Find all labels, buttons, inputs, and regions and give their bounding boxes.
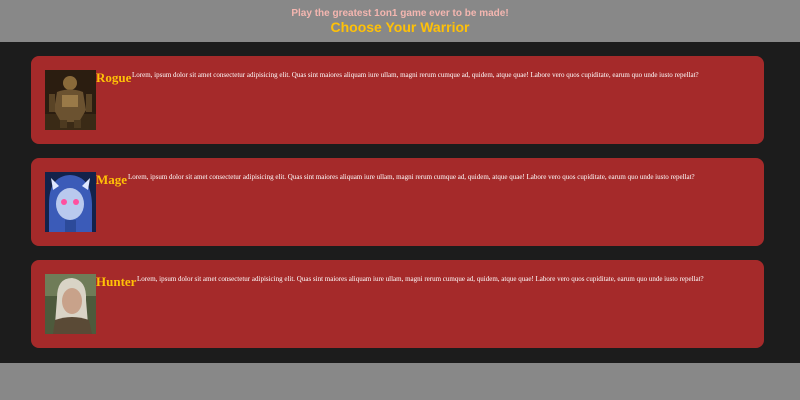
warrior-card-rogue[interactable]: Rogue Lorem, ipsum dolor sit amet consec… xyxy=(31,56,764,144)
warrior-description: Lorem, ipsum dolor sit amet consectetur … xyxy=(128,173,695,181)
hunter-portrait xyxy=(45,274,96,334)
warrior-name: Hunter xyxy=(96,274,137,289)
tagline: Play the greatest 1on1 game ever to be m… xyxy=(291,8,509,19)
warrior-description: Lorem, ipsum dolor sit amet consectetur … xyxy=(137,275,704,283)
warrior-name: Rogue xyxy=(96,70,132,85)
page-header: Play the greatest 1on1 game ever to be m… xyxy=(0,0,800,42)
warrior-description: Lorem, ipsum dolor sit amet consectetur … xyxy=(132,71,699,79)
warrior-card-mage[interactable]: Mage Lorem, ipsum dolor sit amet consect… xyxy=(31,158,764,246)
rogue-portrait xyxy=(45,70,96,130)
page-title: Choose Your Warrior xyxy=(330,19,470,35)
warrior-name: Mage xyxy=(96,172,128,187)
warrior-list: Rogue Lorem, ipsum dolor sit amet consec… xyxy=(0,42,800,363)
mage-portrait xyxy=(45,172,96,232)
warrior-card-hunter[interactable]: Hunter Lorem, ipsum dolor sit amet conse… xyxy=(31,260,764,348)
